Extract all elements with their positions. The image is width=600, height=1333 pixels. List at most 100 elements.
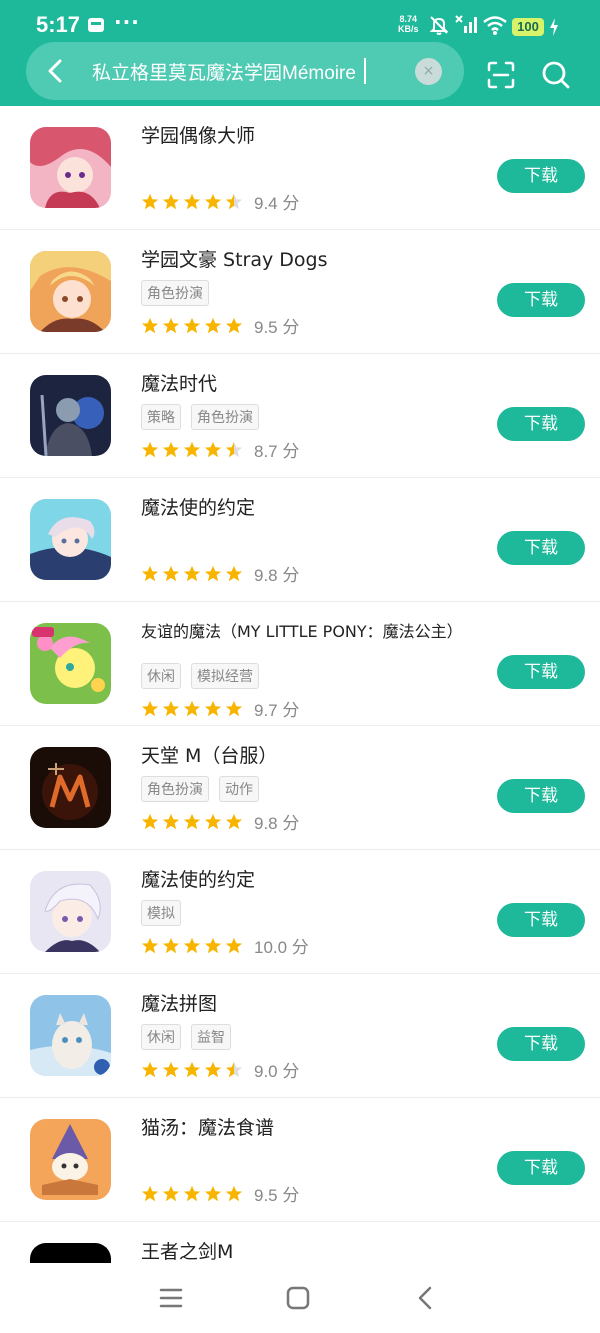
app-icon-stray-dogs[interactable] bbox=[30, 251, 111, 332]
wifi-icon bbox=[483, 16, 507, 35]
star-icon bbox=[183, 1185, 201, 1201]
star-rating bbox=[141, 1061, 243, 1079]
rating-score: 9.7 分 bbox=[254, 701, 300, 720]
scan-icon[interactable] bbox=[486, 60, 516, 90]
star-icon bbox=[162, 317, 180, 333]
tag: 益智 bbox=[191, 1024, 231, 1050]
back-icon[interactable] bbox=[411, 1283, 441, 1313]
app-icon-lineage-m[interactable] bbox=[30, 747, 111, 828]
app-name: 学园文豪 Stray Dogs bbox=[141, 249, 328, 271]
app-icon-magic-puzzle[interactable] bbox=[30, 995, 111, 1076]
list-item[interactable]: 学园文豪 Stray Dogs 角色扮演 9.5 分 下载 bbox=[0, 230, 600, 354]
rating: 9.7 分 bbox=[141, 696, 299, 721]
star-icon bbox=[162, 937, 180, 953]
rating: 10.0 分 bbox=[141, 933, 309, 958]
star-icon bbox=[204, 441, 222, 457]
app-icon-my-little-pony[interactable] bbox=[30, 623, 111, 704]
app-list: 学园偶像大师 9.4 分 下载 学园文豪 Stray Dogs 角色扮演 9.5… bbox=[0, 106, 600, 1263]
star-rating bbox=[141, 813, 243, 831]
tag: 模拟 bbox=[141, 900, 181, 926]
star-rating bbox=[141, 937, 243, 955]
download-button[interactable]: 下载 bbox=[497, 1027, 585, 1061]
list-item[interactable]: 魔法使的约定 模拟 10.0 分 下载 bbox=[0, 850, 600, 974]
star-icon bbox=[162, 700, 180, 716]
rating: 9.8 分 bbox=[141, 809, 299, 834]
back-arrow-icon[interactable] bbox=[40, 55, 72, 87]
star-icon bbox=[141, 1061, 159, 1077]
download-button[interactable]: 下载 bbox=[497, 903, 585, 937]
star-icon bbox=[162, 1185, 180, 1201]
star-icon bbox=[162, 441, 180, 457]
list-item[interactable]: 魔法使的约定 9.8 分 下载 bbox=[0, 478, 600, 602]
tag-list: 角色扮演 动作 bbox=[141, 776, 259, 802]
search-input[interactable]: 私立格里莫瓦魔法学园Mémoire bbox=[92, 58, 356, 85]
star-icon bbox=[162, 565, 180, 581]
no-signal-icon bbox=[455, 15, 477, 33]
download-button[interactable]: 下载 bbox=[497, 283, 585, 317]
list-item[interactable]: 魔法拼图 休闲 益智 9.0 分 下载 bbox=[0, 974, 600, 1098]
app-name: 魔法使的约定 bbox=[141, 869, 256, 891]
tag: 动作 bbox=[219, 776, 259, 802]
download-button[interactable]: 下载 bbox=[497, 1151, 585, 1185]
menu-icon[interactable] bbox=[156, 1283, 186, 1313]
tag-list: 策略 角色扮演 bbox=[141, 404, 259, 430]
home-icon[interactable] bbox=[283, 1283, 313, 1313]
star-icon bbox=[141, 441, 159, 457]
tag: 休闲 bbox=[141, 663, 181, 689]
download-button[interactable]: 下载 bbox=[497, 655, 585, 689]
rating: 9.5 分 bbox=[141, 1181, 299, 1206]
app-name: 猫汤：魔法食谱 bbox=[141, 1117, 275, 1139]
rating-score: 9.5 分 bbox=[254, 318, 300, 337]
app-name: 魔法拼图 bbox=[141, 993, 218, 1015]
network-speed: 8.74 KB/s bbox=[398, 14, 419, 34]
list-item[interactable]: 魔法时代 策略 角色扮演 8.7 分 下载 bbox=[0, 354, 600, 478]
app-icon-age-of-magic[interactable] bbox=[30, 375, 111, 456]
app-icon-promise-of-wizard[interactable] bbox=[30, 499, 111, 580]
star-icon bbox=[204, 193, 222, 209]
download-button[interactable]: 下载 bbox=[497, 531, 585, 565]
rating-score: 9.4 分 bbox=[254, 194, 300, 213]
list-item[interactable]: 王者之剑M bbox=[0, 1222, 600, 1263]
star-icon bbox=[183, 1061, 201, 1077]
star-icon bbox=[141, 193, 159, 209]
tag: 模拟经营 bbox=[191, 663, 259, 689]
app-icon-cat-soup[interactable] bbox=[30, 1119, 111, 1200]
star-rating bbox=[141, 193, 243, 211]
star-icon bbox=[162, 193, 180, 209]
tag-list: 休闲 益智 bbox=[141, 1024, 231, 1050]
star-rating bbox=[141, 441, 243, 459]
download-button[interactable]: 下载 bbox=[497, 407, 585, 441]
app-name: 王者之剑M bbox=[141, 1241, 234, 1263]
list-item[interactable]: 学园偶像大师 9.4 分 下载 bbox=[0, 106, 600, 230]
rating: 9.4 分 bbox=[141, 189, 299, 214]
star-icon bbox=[183, 317, 201, 333]
list-item[interactable]: 友谊的魔法（MY LITTLE PONY：魔法公主） 休闲 模拟经营 9.7 分… bbox=[0, 602, 600, 726]
rating-score: 8.7 分 bbox=[254, 442, 300, 461]
star-icon bbox=[183, 700, 201, 716]
status-time: 5:17 bbox=[36, 12, 81, 37]
star-icon bbox=[183, 813, 201, 829]
tag: 角色扮演 bbox=[141, 280, 209, 306]
star-icon bbox=[204, 1061, 222, 1077]
list-item[interactable]: 猫汤：魔法食谱 9.5 分 下载 bbox=[0, 1098, 600, 1222]
star-icon bbox=[204, 1185, 222, 1201]
app-icon-king-sword-m[interactable] bbox=[30, 1243, 111, 1263]
download-button[interactable]: 下载 bbox=[497, 779, 585, 813]
tag-list: 休闲 模拟经营 bbox=[141, 663, 259, 689]
star-icon bbox=[204, 317, 222, 333]
star-icon bbox=[204, 700, 222, 716]
star-rating bbox=[141, 565, 243, 583]
star-icon bbox=[141, 317, 159, 333]
star-icon bbox=[204, 937, 222, 953]
download-button[interactable]: 下载 bbox=[497, 159, 585, 193]
app-name: 魔法时代 bbox=[141, 373, 218, 395]
battery-level: 100 bbox=[512, 18, 544, 36]
header: 5:17 ··· 8.74 KB/s 100 私立格里莫瓦魔法学园Mémoire… bbox=[0, 0, 600, 106]
star-icon bbox=[225, 193, 243, 209]
star-icon bbox=[183, 937, 201, 953]
app-icon-promise-of-wizard-alt[interactable] bbox=[30, 871, 111, 952]
search-icon[interactable] bbox=[541, 60, 571, 90]
list-item[interactable]: 天堂 M（台服） 角色扮演 动作 9.8 分 下载 bbox=[0, 726, 600, 850]
clear-search-button[interactable]: × bbox=[415, 58, 442, 85]
app-icon-idolmaster[interactable] bbox=[30, 127, 111, 208]
